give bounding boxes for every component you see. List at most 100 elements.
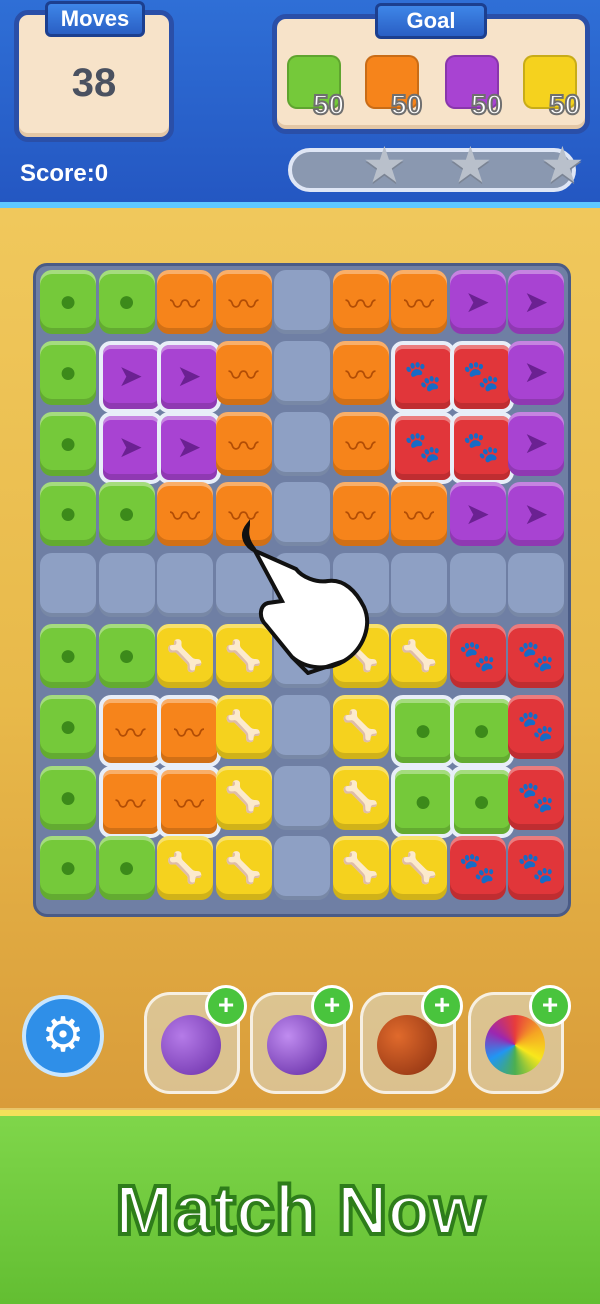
tile-stone[interactable] — [274, 765, 330, 830]
rocket-ball-icon — [161, 1015, 221, 1075]
star-1-icon: ★ — [362, 137, 407, 193]
tile-yellow[interactable]: 🦴 — [332, 694, 389, 759]
tile-green-ice[interactable]: ● — [391, 694, 455, 767]
tile-green-ice[interactable]: ● — [391, 765, 455, 838]
tile-green[interactable]: ● — [40, 482, 96, 547]
moves-panel: Moves 38 — [14, 1, 174, 142]
score-progress-bar — [288, 148, 576, 192]
tile-green[interactable]: ● — [40, 624, 96, 688]
tile-yellow[interactable]: 🦴 — [332, 836, 389, 901]
tile-purple-ice[interactable]: ➤ — [157, 340, 221, 413]
tile-red[interactable]: 🐾 — [508, 694, 564, 759]
tile-stone[interactable] — [274, 411, 330, 476]
tile-stone[interactable] — [391, 553, 447, 618]
tile-green[interactable]: ● — [98, 270, 155, 334]
add-booster-icon[interactable]: + — [311, 985, 353, 1027]
tile-stone[interactable] — [274, 694, 330, 759]
tnt-icon — [377, 1015, 437, 1075]
booster-bomb-button[interactable]: + — [250, 985, 353, 1094]
tile-orange[interactable]: 〰 — [391, 270, 447, 334]
tile-orange[interactable]: 〰 — [332, 270, 389, 334]
tile-stone[interactable] — [274, 340, 330, 405]
goal-count-purple: 50 — [470, 88, 503, 121]
score-label: Score:0 — [20, 160, 109, 187]
tile-stone[interactable] — [508, 553, 564, 618]
booster-tnt-button[interactable]: + — [360, 985, 463, 1094]
tile-yellow[interactable]: 🦴 — [157, 836, 213, 901]
star-2-icon: ★ — [448, 137, 493, 193]
add-booster-icon[interactable]: + — [205, 985, 247, 1027]
tile-green[interactable]: ● — [40, 340, 96, 405]
tile-green[interactable]: ● — [98, 624, 155, 688]
goal-count-yellow: 50 — [548, 88, 581, 121]
tile-stone[interactable] — [98, 553, 155, 618]
goal-count-orange: 50 — [390, 88, 423, 121]
tile-orange[interactable]: 〰 — [332, 340, 389, 405]
tile-purple-ice[interactable]: ➤ — [98, 411, 163, 484]
star-3-icon: ★ — [540, 137, 585, 193]
tile-green-ice[interactable]: ● — [449, 765, 514, 838]
tile-red[interactable]: 🐾 — [508, 765, 564, 830]
tile-orange[interactable]: 〰 — [215, 270, 272, 334]
goal-panel: Goal 50 50 50 50 — [272, 3, 590, 134]
top-hud: Moves 38 Goal 50 50 50 50 Score:0 ★ ★ ★ — [0, 0, 600, 208]
tile-green[interactable]: ● — [40, 836, 96, 901]
tile-purple[interactable]: ➤ — [449, 482, 506, 547]
tile-stone[interactable] — [274, 270, 330, 334]
tile-red-ice[interactable]: 🐾 — [449, 340, 514, 413]
tile-red[interactable]: 🐾 — [508, 836, 564, 901]
hand-pointer-icon — [242, 519, 370, 675]
tile-orange[interactable]: 〰 — [332, 411, 389, 476]
tile-purple[interactable]: ➤ — [508, 270, 564, 334]
add-booster-icon[interactable]: + — [529, 985, 571, 1027]
tile-orange-ice[interactable]: 〰 — [157, 765, 221, 838]
tile-orange[interactable]: 〰 — [215, 340, 272, 405]
tile-orange-ice[interactable]: 〰 — [98, 765, 163, 838]
tile-purple-ice[interactable]: ➤ — [98, 340, 163, 413]
tile-green[interactable]: ● — [40, 411, 96, 476]
tile-red-ice[interactable]: 🐾 — [391, 340, 455, 413]
tile-red[interactable]: 🐾 — [449, 624, 506, 688]
tile-yellow[interactable]: 🦴 — [391, 836, 447, 901]
tile-purple[interactable]: ➤ — [508, 411, 564, 476]
goal-count-green: 50 — [312, 88, 345, 121]
bomb-icon — [267, 1015, 327, 1075]
tile-stone[interactable] — [40, 553, 96, 618]
tile-orange[interactable]: 〰 — [157, 482, 213, 547]
tile-orange[interactable]: 〰 — [391, 482, 447, 547]
tile-yellow[interactable]: 🦴 — [215, 694, 272, 759]
tile-red[interactable]: 🐾 — [449, 836, 506, 901]
tile-stone[interactable] — [449, 553, 506, 618]
tile-orange[interactable]: 〰 — [215, 411, 272, 476]
tile-green[interactable]: ● — [40, 765, 96, 830]
tile-yellow[interactable]: 🦴 — [215, 765, 272, 830]
tile-orange-ice[interactable]: 〰 — [157, 694, 221, 767]
settings-gear-button[interactable]: ⚙ — [22, 995, 104, 1077]
tile-purple[interactable]: ➤ — [449, 270, 506, 334]
tile-green[interactable]: ● — [98, 836, 155, 901]
moves-count: 38 — [71, 61, 117, 105]
tile-stone[interactable] — [274, 836, 330, 901]
tile-yellow[interactable]: 🦴 — [157, 624, 213, 688]
tile-green-ice[interactable]: ● — [449, 694, 514, 767]
tile-orange-ice[interactable]: 〰 — [98, 694, 163, 767]
tile-green[interactable]: ● — [98, 482, 155, 547]
tile-purple-ice[interactable]: ➤ — [157, 411, 221, 484]
tile-red[interactable]: 🐾 — [508, 624, 564, 688]
tile-red-ice[interactable]: 🐾 — [391, 411, 455, 484]
add-booster-icon[interactable]: + — [421, 985, 463, 1027]
match-now-title: Match Now — [113, 1169, 486, 1251]
tile-stone[interactable] — [157, 553, 213, 618]
tile-purple[interactable]: ➤ — [508, 340, 564, 405]
booster-rainbow-flower-button[interactable]: + — [468, 985, 571, 1094]
tile-purple[interactable]: ➤ — [508, 482, 564, 547]
booster-rocket-ball-button[interactable]: + — [144, 985, 247, 1094]
tile-green[interactable]: ● — [40, 270, 96, 334]
moves-label: Moves — [45, 1, 145, 37]
tile-orange[interactable]: 〰 — [157, 270, 213, 334]
tile-green[interactable]: ● — [40, 694, 96, 759]
tile-yellow[interactable]: 🦴 — [332, 765, 389, 830]
tile-yellow[interactable]: 🦴 — [215, 836, 272, 901]
tile-red-ice[interactable]: 🐾 — [449, 411, 514, 484]
tile-yellow[interactable]: 🦴 — [391, 624, 447, 688]
